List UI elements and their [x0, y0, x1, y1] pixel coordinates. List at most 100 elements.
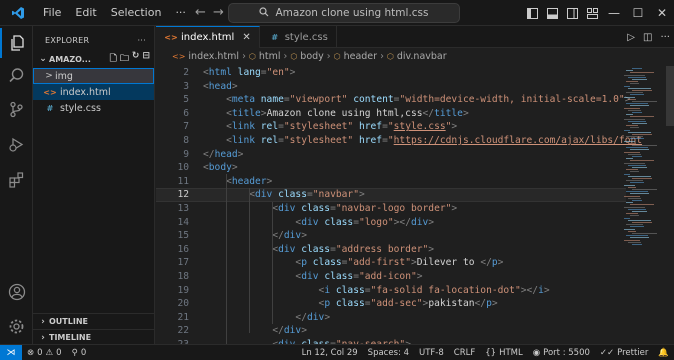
- extensions-activity-icon[interactable]: [0, 164, 33, 194]
- minimize-button[interactable]: —: [602, 0, 626, 26]
- code-line[interactable]: 8 <link rel="stylesheet" href="https://c…: [156, 134, 642, 148]
- tree-item-label: index.html: [60, 86, 111, 98]
- error-icon: ⊗: [27, 347, 35, 358]
- line-number: 21: [177, 311, 189, 323]
- code-line[interactable]: 10 <body>: [156, 161, 626, 175]
- workspace-folder[interactable]: ⌄ AMAZO... 🗋 🗀 ↻ ⊟: [33, 50, 154, 68]
- breadcrumb-item[interactable]: index.html: [188, 51, 239, 62]
- vertical-scrollbar[interactable]: [666, 66, 674, 126]
- line-text: <html lang="en">: [203, 67, 296, 78]
- element-icon: ⬡: [248, 52, 256, 61]
- new-folder-icon[interactable]: 🗀: [120, 51, 129, 67]
- minimap-line: [626, 114, 633, 116]
- code-line[interactable]: 5 <meta name="viewport" content="width=d…: [156, 93, 630, 107]
- menu-edit[interactable]: Edit: [68, 0, 103, 26]
- minimap-line: [628, 98, 636, 100]
- breadcrumb-item[interactable]: div.navbar: [397, 51, 447, 62]
- line-number: 18: [177, 271, 189, 282]
- minimap-line: [624, 162, 645, 164]
- live-server-port[interactable]: ◉ Port : 5500: [528, 348, 595, 358]
- line-number: 9: [183, 148, 189, 160]
- indentation[interactable]: Spaces: 4: [363, 348, 414, 358]
- command-center-search[interactable]: Amazon clone using html.css: [228, 3, 460, 23]
- more-actions-icon[interactable]: ···: [660, 32, 670, 43]
- prettier-status[interactable]: ✓✓ Prettier: [595, 348, 654, 358]
- tab-style-css[interactable]: # style.css: [260, 26, 337, 48]
- minimap-line: [632, 156, 642, 157]
- minimap-line: [626, 136, 643, 138]
- command-center-text: Amazon clone using html.css: [275, 7, 429, 19]
- breadcrumb: <> index.html › ⬡ html › ⬡ body › ⬡ head…: [156, 48, 674, 65]
- new-file-icon[interactable]: 🗋: [110, 51, 117, 67]
- customize-layout-icon[interactable]: [582, 0, 602, 26]
- maximize-button[interactable]: ☐: [626, 0, 650, 26]
- toggle-panel-icon[interactable]: [542, 0, 562, 26]
- end-of-line[interactable]: CRLF: [449, 348, 480, 358]
- tree-item-style-css[interactable]: # style.css: [33, 100, 154, 116]
- ports-indicator[interactable]: ⚲ 0: [67, 348, 92, 358]
- remote-indicator-icon[interactable]: ⋊: [0, 344, 22, 360]
- minimap-line: [624, 85, 630, 87]
- notifications-bell-icon[interactable]: 🔔: [653, 348, 674, 358]
- minimap-line: [630, 160, 654, 162]
- line-number: 16: [177, 243, 189, 255]
- code-line[interactable]: 9 </head>: [156, 148, 626, 162]
- cursor-position[interactable]: Ln 12, Col 29: [297, 348, 363, 358]
- menu-file[interactable]: File: [36, 0, 68, 26]
- source-control-activity-icon[interactable]: [0, 94, 33, 124]
- tree-item-img-folder[interactable]: > img: [33, 68, 154, 84]
- run-icon[interactable]: ▷: [627, 32, 635, 43]
- settings-gear-icon[interactable]: [0, 311, 33, 341]
- minimap-line: [624, 228, 635, 230]
- explorer-activity-icon[interactable]: [0, 28, 33, 58]
- menu-selection[interactable]: Selection: [104, 0, 169, 26]
- language-label: HTML: [499, 347, 523, 358]
- explorer-more-actions[interactable]: ···: [137, 36, 146, 45]
- minimap-line: [630, 72, 654, 74]
- line-number: 2: [183, 67, 189, 78]
- split-editor-icon[interactable]: ◫: [643, 32, 652, 43]
- minimap-line: [626, 224, 643, 226]
- code-editor[interactable]: 2 <html lang="en"> 3 <head> 5 <meta name="vi…: [156, 66, 642, 350]
- minimap[interactable]: [624, 66, 664, 344]
- language-mode[interactable]: {} HTML: [480, 348, 527, 358]
- encoding[interactable]: UTF-8: [414, 348, 449, 358]
- minimap-line: [630, 226, 644, 228]
- refresh-icon[interactable]: ↻: [132, 51, 140, 67]
- run-debug-activity-icon[interactable]: [0, 129, 33, 159]
- minimap-line: [628, 76, 646, 78]
- close-window-button[interactable]: ✕: [650, 0, 674, 26]
- editor-area: <> index.html ✕ # style.css ▷ ◫ ··· <> i…: [156, 26, 674, 350]
- breadcrumb-item[interactable]: body: [300, 51, 324, 62]
- minimap-line: [630, 215, 639, 217]
- chevron-down-icon: ⌄: [39, 54, 47, 64]
- minimap-line: [632, 233, 657, 234]
- breadcrumb-item[interactable]: html: [259, 51, 281, 62]
- code-line[interactable]: 6 <title>Amazon clone using html,css</ti…: [156, 107, 626, 121]
- collapse-all-icon[interactable]: ⊟: [142, 51, 150, 67]
- minimap-line: [632, 134, 652, 135]
- toggle-secondary-sidebar-icon[interactable]: [562, 0, 582, 26]
- tab-label: style.css: [284, 31, 328, 43]
- tab-index-html[interactable]: <> index.html ✕: [156, 26, 260, 48]
- problems-indicator[interactable]: ⊗ 0 ⚠ 0: [22, 348, 67, 358]
- code-line[interactable]: 7 <link rel="stylesheet" href="style.css…: [156, 120, 626, 134]
- code-line[interactable]: 3 <head>: [156, 80, 626, 94]
- minimap-line: [628, 208, 646, 210]
- line-number: 12: [177, 189, 189, 201]
- timeline-section[interactable]: › TIMELINE: [33, 329, 154, 345]
- minimap-line: [628, 142, 636, 144]
- tree-item-index-html[interactable]: <> index.html: [33, 84, 154, 100]
- close-tab-icon[interactable]: ✕: [242, 32, 250, 43]
- code-line[interactable]: 2 <html lang="en">: [156, 66, 626, 80]
- breadcrumb-item[interactable]: header: [344, 51, 377, 62]
- toggle-sidebar-icon[interactable]: [522, 0, 542, 26]
- minimap-line: [626, 81, 638, 83]
- account-icon[interactable]: [0, 277, 33, 307]
- search-activity-icon[interactable]: [0, 60, 33, 90]
- line-text: <div class="add-icon">: [295, 271, 423, 282]
- minimap-line: [632, 167, 647, 168]
- forward-arrow-icon[interactable]: →: [208, 0, 229, 26]
- minimap-line: [624, 118, 645, 120]
- outline-section[interactable]: › OUTLINE: [33, 313, 154, 329]
